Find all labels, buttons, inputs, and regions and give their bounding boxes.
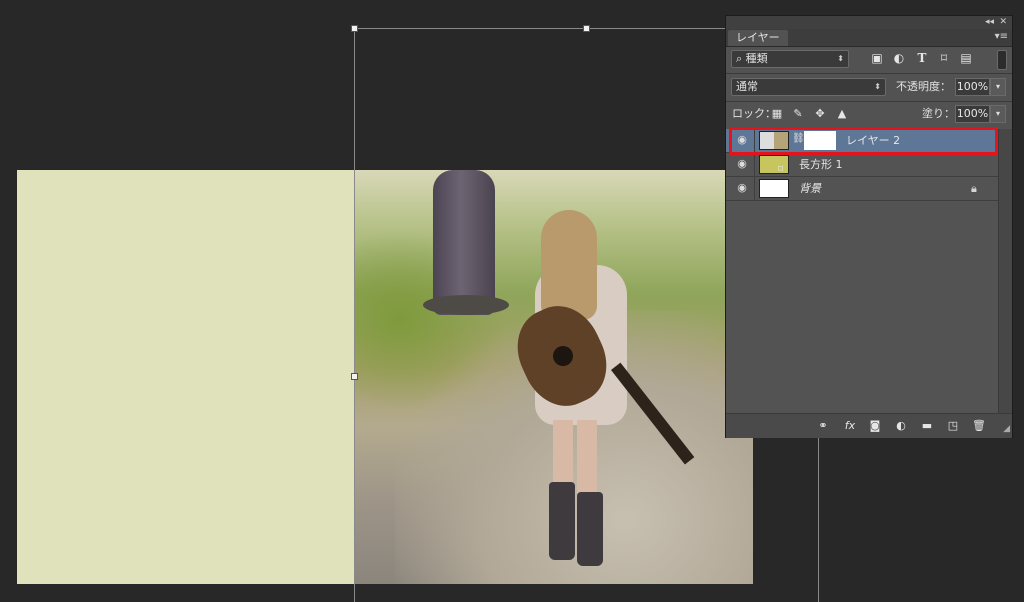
filter-row: ⌕ 種類 ⬍ ▣ ◐ T ⌑ ▤ <box>726 47 1012 73</box>
layer-name[interactable]: 長方形 1 <box>799 153 843 177</box>
right-leg <box>577 420 597 500</box>
girl-with-guitar-photo[interactable] <box>355 170 753 584</box>
opacity-label: 不透明度： <box>896 80 951 93</box>
right-boot <box>577 492 603 566</box>
hair <box>541 210 597 320</box>
lock-image-pixels-icon[interactable]: ✎ <box>791 105 805 123</box>
shape-filter-icon[interactable]: ⌑ <box>936 50 952 66</box>
transform-box-top-edge <box>355 28 725 29</box>
fill-slider-toggle[interactable]: ▾ <box>990 105 1006 123</box>
divider <box>754 153 755 177</box>
layers-panel: ◂◂ ✕ レイヤー ▾≡ ⌕ 種類 ⬍ ▣ ◐ T ⌑ ▤ 通常 ⬍ 不透明度：… <box>725 15 1013 438</box>
opacity-input[interactable]: 100% <box>955 78 990 96</box>
chevron-updown-icon: ⬍ <box>837 54 844 63</box>
layer-thumbnail <box>759 179 789 198</box>
transform-handle-top-left[interactable] <box>351 25 358 32</box>
search-icon: ⌕ <box>736 52 743 65</box>
layers-list: ◉ ⛓ レイヤー 2 ◉ ⌑ 長方形 1 ◉ 背景 🔒︎ <box>726 129 998 413</box>
chevron-updown-icon: ⬍ <box>874 82 881 91</box>
lock-position-icon[interactable]: ✥ <box>813 105 827 123</box>
layer-row-rectangle-1[interactable]: ◉ ⌑ 長方形 1 <box>726 153 998 177</box>
new-layer-icon[interactable]: ◳ <box>944 417 962 435</box>
filter-toggle-switch[interactable] <box>997 50 1007 70</box>
tab-layers[interactable]: レイヤー <box>728 30 788 46</box>
panel-menu-icon[interactable]: ▾≡ <box>995 31 1008 42</box>
layer-lock-icon: 🔒︎ <box>971 182 977 195</box>
transform-box-left-edge <box>354 28 355 602</box>
shape-layer-badge-icon: ⌑ <box>778 164 784 175</box>
transform-handle-top-middle[interactable] <box>583 25 590 32</box>
layer-thumbnail <box>759 155 789 174</box>
fill-input[interactable]: 100% <box>955 105 990 123</box>
type-filter-icon[interactable]: T <box>914 50 930 66</box>
blend-mode-value: 通常 <box>736 80 758 93</box>
add-mask-icon[interactable]: ◙ <box>866 417 884 435</box>
divider <box>726 101 1012 102</box>
left-boot <box>549 482 575 560</box>
guitar-soundhole <box>553 346 573 366</box>
transform-handle-middle-left[interactable] <box>351 373 358 380</box>
layers-bottom-toolbar: ⚭ fx ◙ ◐ ▬ ◳ 🗑︎ ◢ <box>726 413 1012 438</box>
layers-scrollbar[interactable] <box>998 129 1012 413</box>
panel-title-bar[interactable]: ◂◂ ✕ <box>726 16 1012 29</box>
resize-grip-icon[interactable]: ◢ <box>1003 424 1010 434</box>
tree-trunk <box>433 170 495 315</box>
adjustment-layer-icon[interactable]: ◐ <box>892 417 910 435</box>
lock-transparent-pixels-icon[interactable]: ▦ <box>770 105 784 123</box>
selection-highlight-box <box>729 127 998 155</box>
divider <box>726 73 1012 74</box>
image-filter-icon[interactable]: ▣ <box>869 50 885 66</box>
delete-layer-icon[interactable]: 🗑︎ <box>970 417 988 435</box>
adjustment-filter-icon[interactable]: ◐ <box>891 50 907 66</box>
smart-object-filter-icon[interactable]: ▤ <box>958 50 974 66</box>
visibility-eye-icon[interactable]: ◉ <box>734 180 750 196</box>
close-icon[interactable]: ✕ <box>999 16 1007 29</box>
filter-kind-dropdown[interactable]: ⌕ 種類 ⬍ <box>731 50 849 68</box>
fill-label: 塗り： <box>922 107 955 120</box>
divider <box>754 177 755 201</box>
panel-tab-bar: レイヤー ▾≡ <box>726 29 1012 47</box>
opacity-slider-toggle[interactable]: ▾ <box>990 78 1006 96</box>
lock-all-icon[interactable]: ▲ <box>835 105 849 123</box>
new-group-icon[interactable]: ▬ <box>918 417 936 435</box>
layer-name[interactable]: 背景 <box>799 177 821 201</box>
layer-row-background[interactable]: ◉ 背景 🔒︎ <box>726 177 998 201</box>
collapse-icon[interactable]: ◂◂ <box>985 16 994 29</box>
rectangle-shape-layer[interactable] <box>17 170 355 584</box>
fx-icon[interactable]: fx <box>841 417 859 435</box>
link-layers-icon[interactable]: ⚭ <box>814 417 832 435</box>
blend-mode-dropdown[interactable]: 通常 ⬍ <box>731 78 886 96</box>
visibility-eye-icon[interactable]: ◉ <box>734 156 750 172</box>
filter-kind-label: 種類 <box>745 52 768 65</box>
tree-base <box>423 295 509 315</box>
transform-box-right-edge <box>818 436 819 602</box>
